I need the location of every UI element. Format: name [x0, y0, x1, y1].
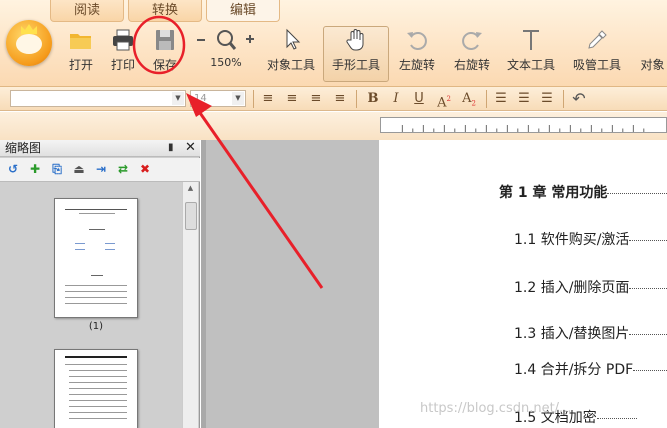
font-family-select[interactable]: ▼	[10, 90, 186, 107]
toc-item-1-1[interactable]: 1.1 软件购买/激活	[514, 229, 667, 249]
subscript-icon[interactable]: A2	[459, 89, 479, 109]
object-tool-label: 对象工具	[266, 58, 315, 72]
eyedropper-label: 吸管工具	[572, 58, 621, 72]
object-tool-cut-label: 对象	[640, 58, 665, 72]
hand-tool-button[interactable]: 手形工具	[331, 28, 381, 76]
underline-icon[interactable]: U	[409, 89, 429, 109]
open-button[interactable]: 打开	[64, 28, 98, 76]
divider	[563, 90, 564, 108]
add-icon[interactable]: ✚	[27, 161, 43, 177]
eyedropper-button[interactable]: 吸管工具	[572, 28, 622, 76]
align-justify-icon[interactable]: ≡	[330, 89, 350, 109]
italic-icon[interactable]: I	[386, 89, 406, 109]
toc-item-1-3[interactable]: 1.3 插入/替换图片	[514, 323, 667, 343]
ribbon-tabs: 阅读 转换 编辑	[50, 0, 284, 22]
text-tool-button[interactable]: 文本工具	[506, 28, 556, 76]
open-label: 打开	[68, 58, 93, 72]
object-tool-cut-button[interactable]: 对象	[638, 28, 667, 76]
hand-icon	[346, 29, 364, 51]
page-1-label: (1)	[88, 321, 104, 332]
chevron-down-icon[interactable]: ▼	[172, 92, 184, 105]
scrollbar-thumb[interactable]	[185, 202, 197, 230]
divider	[486, 90, 487, 108]
font-size-value: 14	[194, 93, 207, 104]
paragraph-spacing-icon[interactable]: ☰	[514, 89, 534, 109]
font-size-select[interactable]: 14 ▼	[190, 90, 246, 107]
align-left-icon[interactable]: ≡	[258, 89, 278, 109]
page-thumbnail-2[interactable]	[54, 349, 138, 428]
list-icon[interactable]: ☰	[537, 89, 557, 109]
save-label: 保存	[152, 58, 177, 72]
bold-icon[interactable]: B	[363, 89, 383, 109]
eyedropper-icon	[588, 30, 607, 49]
tab-convert[interactable]: 转换	[128, 0, 202, 22]
object-tool-button[interactable]: 对象工具	[266, 28, 316, 76]
page-thumbnail-1[interactable]	[54, 198, 138, 318]
cursor-arrow-icon	[286, 28, 301, 50]
workspace-background	[201, 140, 379, 428]
hand-tool-label: 手形工具	[331, 58, 380, 72]
rotate-right-button[interactable]: 右旋转	[452, 28, 492, 76]
divider	[253, 90, 254, 108]
align-center-icon[interactable]: ≡	[282, 89, 302, 109]
tab-edit[interactable]: 编辑	[206, 0, 280, 22]
watermark: https://blog.csdn.net/...	[420, 401, 572, 416]
toc-item-1-2[interactable]: 1.2 插入/删除页面	[514, 277, 667, 297]
close-icon[interactable]: ✕	[185, 140, 196, 155]
print-label: 打印	[110, 58, 135, 72]
toc-chapter-1[interactable]: 第 1 章 常用功能	[499, 182, 667, 202]
zoom-in-icon	[246, 35, 254, 43]
zoom-icons	[197, 30, 254, 50]
text-tool-label: 文本工具	[506, 58, 555, 72]
divider	[356, 90, 357, 108]
rotate-left-icon	[407, 32, 427, 50]
tab-read[interactable]: 阅读	[50, 0, 124, 22]
printer-icon	[113, 29, 133, 51]
save-button[interactable]: 保存	[148, 28, 182, 76]
floppy-disk-icon	[156, 30, 174, 50]
panel-splitter[interactable]	[201, 140, 206, 428]
rotate-right-icon	[462, 32, 482, 50]
toc-item-1-4[interactable]: 1.4 合并/拆分 PDF	[514, 359, 667, 379]
print-button[interactable]: 打印	[106, 28, 140, 76]
rotate-page-icon[interactable]: ↺	[5, 161, 21, 177]
zoom-out-icon	[197, 39, 205, 41]
rotate-left-label: 左旋转	[398, 58, 435, 72]
extract-page-icon[interactable]: ⏏	[71, 161, 87, 177]
align-right-icon[interactable]: ≡	[306, 89, 326, 109]
zoom-level[interactable]: 150%	[196, 56, 256, 69]
superscript-icon[interactable]: A2	[434, 89, 454, 110]
panel-scrollbar[interactable]: ▲	[182, 182, 198, 428]
app-logo[interactable]	[6, 20, 52, 66]
line-spacing-icon[interactable]: ☰	[491, 89, 511, 109]
insert-page-icon[interactable]: ⎘	[49, 161, 65, 177]
rotate-right-label: 右旋转	[453, 58, 490, 72]
horizontal-ruler	[380, 117, 667, 133]
zoom-control[interactable]: 150%	[196, 28, 256, 76]
scroll-up-icon[interactable]: ▲	[184, 184, 197, 196]
export-page-icon[interactable]: ⇥	[93, 161, 109, 177]
chevron-down-icon[interactable]: ▼	[232, 92, 244, 105]
magnifier-icon	[217, 30, 233, 46]
pin-icon[interactable]: ▮	[168, 142, 174, 153]
undo-icon[interactable]: ↶	[569, 89, 589, 109]
text-t-icon	[523, 30, 539, 50]
delete-icon[interactable]: ✖	[137, 161, 153, 177]
replace-page-icon[interactable]: ⇄	[115, 161, 131, 177]
rotate-left-button[interactable]: 左旋转	[397, 28, 437, 76]
folder-icon	[70, 34, 91, 49]
